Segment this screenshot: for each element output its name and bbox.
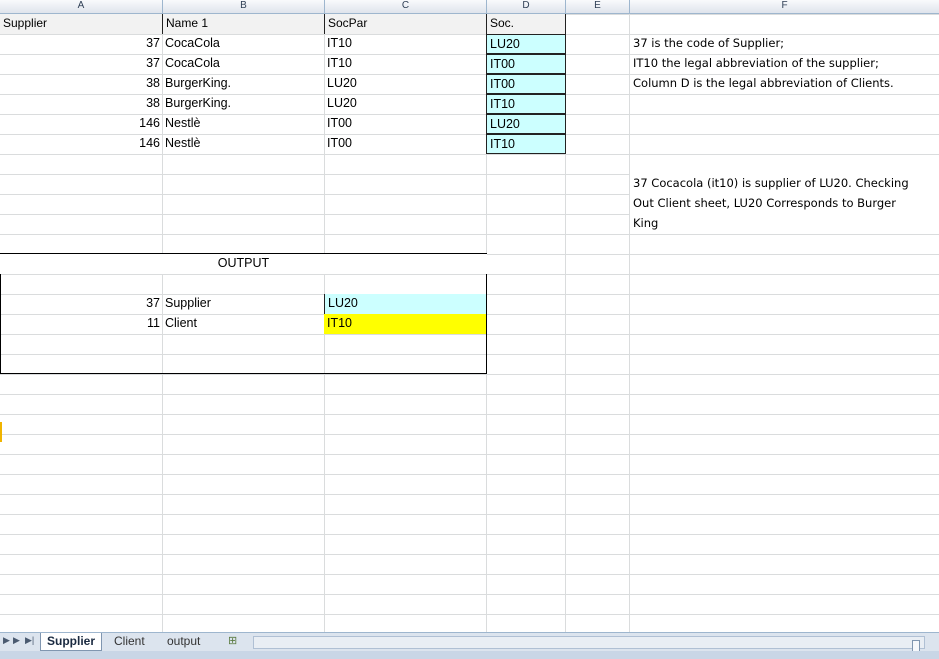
cell-c2[interactable]: IT10 — [324, 34, 486, 54]
tab-supplier[interactable]: Supplier — [40, 633, 103, 651]
cell-b5[interactable]: BurgerKing. — [162, 94, 324, 114]
cell-b3[interactable]: CocaCola — [162, 54, 324, 74]
cell-d3[interactable]: IT00 — [486, 54, 566, 74]
output-supplier-number[interactable]: 37 — [0, 294, 162, 314]
cell-d5[interactable]: IT10 — [486, 94, 566, 114]
spreadsheet-window: A B C D E F Supplier Name 1 SocPar Soc. … — [0, 0, 939, 659]
column-header-c[interactable]: C — [325, 0, 487, 13]
cell-f10-example[interactable]: Out Client sheet, LU20 Corresponds to Bu… — [630, 194, 939, 214]
selection-marker — [0, 422, 2, 442]
tab-output[interactable]: output — [161, 633, 206, 651]
horizontal-scrollbar[interactable] — [253, 636, 925, 652]
sheet-tab-bar: ▶ ▶ ▶| Supplier Client output ⊞ — [0, 632, 939, 652]
cell-d4[interactable]: IT00 — [486, 74, 566, 94]
tab-client[interactable]: Client — [108, 633, 151, 651]
cell-d1[interactable]: Soc. — [486, 14, 566, 34]
cell-d2[interactable]: LU20 — [486, 34, 566, 54]
cell-f11-example[interactable]: King — [630, 214, 939, 234]
cell-a3[interactable]: 37 — [0, 54, 162, 74]
cell-d6[interactable]: LU20 — [486, 114, 566, 134]
column-header-bar: A B C D E F — [0, 0, 939, 14]
cell-a2[interactable]: 37 — [0, 34, 162, 54]
cell-a6[interactable]: 146 — [0, 114, 162, 134]
cell-f2-note[interactable]: 37 is the code of Supplier; — [630, 34, 939, 54]
cell-f9-example[interactable]: 37 Cocacola (it10) is supplier of LU20. … — [630, 174, 939, 194]
cell-c6[interactable]: IT00 — [324, 114, 486, 134]
column-header-f[interactable]: F — [630, 0, 939, 13]
column-header-a[interactable]: A — [0, 0, 163, 13]
output-title[interactable]: OUTPUT — [0, 254, 487, 274]
column-header-d[interactable]: D — [487, 0, 566, 13]
insert-sheet-icon[interactable]: ⊞ — [222, 633, 243, 651]
cell-a5[interactable]: 38 — [0, 94, 162, 114]
cell-a4[interactable]: 38 — [0, 74, 162, 94]
cell-d7[interactable]: IT10 — [486, 134, 566, 154]
cell-b2[interactable]: CocaCola — [162, 34, 324, 54]
cell-b4[interactable]: BurgerKing. — [162, 74, 324, 94]
output-supplier-label[interactable]: Supplier — [162, 294, 324, 314]
cell-f4-note[interactable]: Column D is the legal abbreviation of Cl… — [630, 74, 939, 94]
cell-grid[interactable]: Supplier Name 1 SocPar Soc. 37 CocaCola … — [0, 14, 939, 632]
cell-c7[interactable]: IT00 — [324, 134, 486, 154]
cell-c5[interactable]: LU20 — [324, 94, 486, 114]
output-client-number[interactable]: 11 — [0, 314, 162, 334]
cell-a1[interactable]: Supplier — [0, 14, 162, 34]
column-header-b[interactable]: B — [163, 0, 325, 13]
cell-c3[interactable]: IT10 — [324, 54, 486, 74]
first-sheet-icon[interactable]: ▶ — [3, 635, 10, 646]
output-client-label[interactable]: Client — [162, 314, 324, 334]
cell-a7[interactable]: 146 — [0, 134, 162, 154]
cell-b7[interactable]: Nestlè — [162, 134, 324, 154]
output-supplier-value[interactable]: LU20 — [324, 294, 486, 314]
prev-sheet-icon[interactable]: ▶ — [13, 635, 20, 646]
status-bar — [0, 651, 939, 659]
cell-c4[interactable]: LU20 — [324, 74, 486, 94]
cell-c1[interactable]: SocPar — [324, 14, 486, 34]
cell-f3-note[interactable]: IT10 the legal abbreviation of the suppl… — [630, 54, 939, 74]
cell-b6[interactable]: Nestlè — [162, 114, 324, 134]
output-client-value[interactable]: IT10 — [324, 314, 486, 334]
last-sheet-icon[interactable]: ▶| — [25, 635, 34, 646]
cell-b1[interactable]: Name 1 — [162, 14, 324, 34]
column-header-e[interactable]: E — [566, 0, 630, 13]
